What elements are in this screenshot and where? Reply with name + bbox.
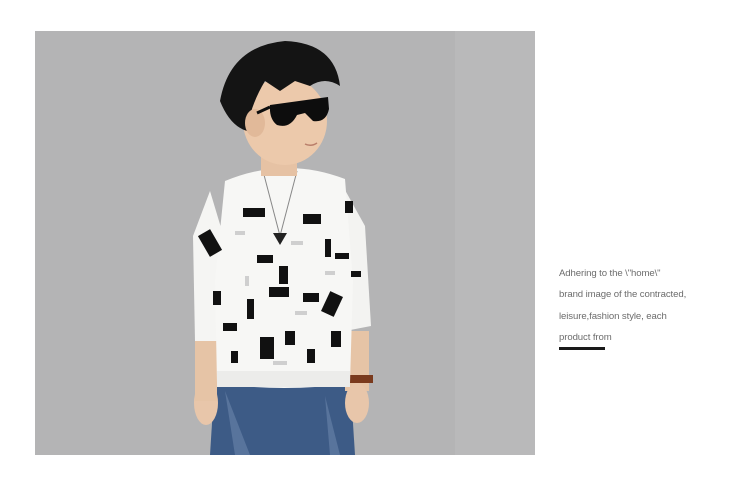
description-line-1: Adhering to the \"home\" xyxy=(559,268,661,279)
accent-divider xyxy=(559,347,605,350)
description-line-2: brand image of the contracted, xyxy=(559,289,687,301)
description-line-3: leisure,fashion style, each xyxy=(559,310,667,322)
product-description: Adhering to the \"home\" brand image of … xyxy=(559,263,739,348)
description-line-4: product from xyxy=(559,331,612,343)
product-photo xyxy=(35,31,535,455)
boy-in-sweatshirt-illustration xyxy=(35,31,535,455)
